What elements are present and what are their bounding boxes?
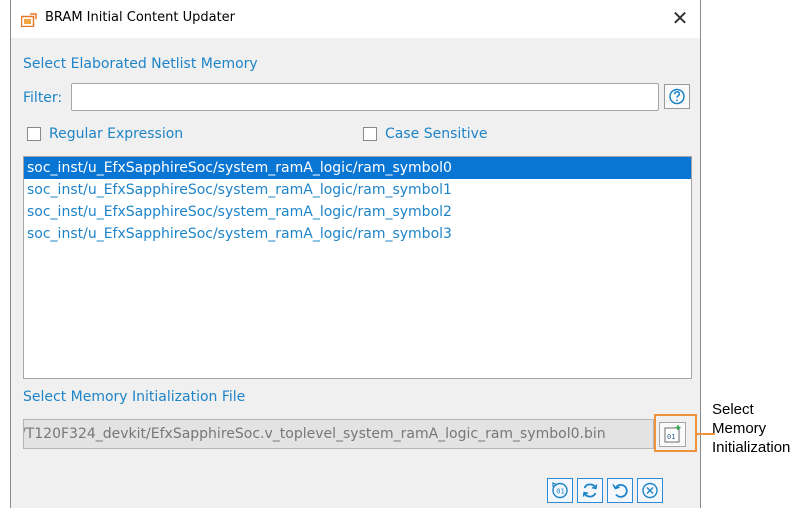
window-title: BRAM Initial Content Updater <box>45 10 236 25</box>
regex-checkbox-box[interactable] <box>27 127 41 141</box>
case-sensitive-checkbox-box[interactable] <box>363 127 377 141</box>
bram-updater-dialog: BRAM Initial Content Updater ✕ Select El… <box>10 0 701 508</box>
callout-line-1: Select <box>712 401 754 418</box>
init-file-heading: Select Memory Initialization File <box>23 389 246 405</box>
list-item[interactable]: soc_inst/u_EfxSapphireSoc/system_ramA_lo… <box>24 223 691 245</box>
undo-button[interactable] <box>607 478 633 503</box>
refresh-icon <box>578 479 602 502</box>
help-icon <box>665 85 689 108</box>
list-item[interactable]: soc_inst/u_EfxSapphireSoc/system_ramA_lo… <box>24 201 691 223</box>
cancel-icon <box>638 479 662 502</box>
init-file-path-field[interactable]: /T120F324_devkit/EfxSapphireSoc.v_toplev… <box>23 419 654 449</box>
callout-line-3: Initialization <box>712 439 791 456</box>
generate-button[interactable]: 01 <box>547 478 573 503</box>
callout-line-2: Memory <box>712 420 767 437</box>
memory-list[interactable]: soc_inst/u_EfxSapphireSoc/system_ramA_lo… <box>23 156 692 379</box>
cancel-button[interactable] <box>637 478 663 503</box>
list-item[interactable]: soc_inst/u_EfxSapphireSoc/system_ramA_lo… <box>24 179 691 201</box>
filter-label: Filter: <box>23 90 63 106</box>
title-bar: BRAM Initial Content Updater ✕ <box>11 0 700 38</box>
undo-icon <box>608 479 632 502</box>
select-file-highlight <box>654 414 697 452</box>
filter-input[interactable] <box>71 83 659 111</box>
app-icon <box>20 12 37 28</box>
refresh-button[interactable] <box>577 478 603 503</box>
case-sensitive-checkbox[interactable]: Case Sensitive <box>363 126 488 142</box>
help-button[interactable] <box>664 84 690 109</box>
list-item[interactable]: soc_inst/u_EfxSapphireSoc/system_ramA_lo… <box>24 157 691 179</box>
close-icon[interactable]: ✕ <box>668 5 692 31</box>
callout-text: Select Memory Initialization <box>712 400 790 457</box>
netlist-heading: Select Elaborated Netlist Memory <box>23 56 258 72</box>
generate-icon: 01 <box>548 479 572 502</box>
case-sensitive-checkbox-label: Case Sensitive <box>385 126 488 142</box>
regex-checkbox[interactable]: Regular Expression <box>27 126 183 142</box>
svg-text:01: 01 <box>556 488 564 496</box>
regex-checkbox-label: Regular Expression <box>49 126 184 142</box>
